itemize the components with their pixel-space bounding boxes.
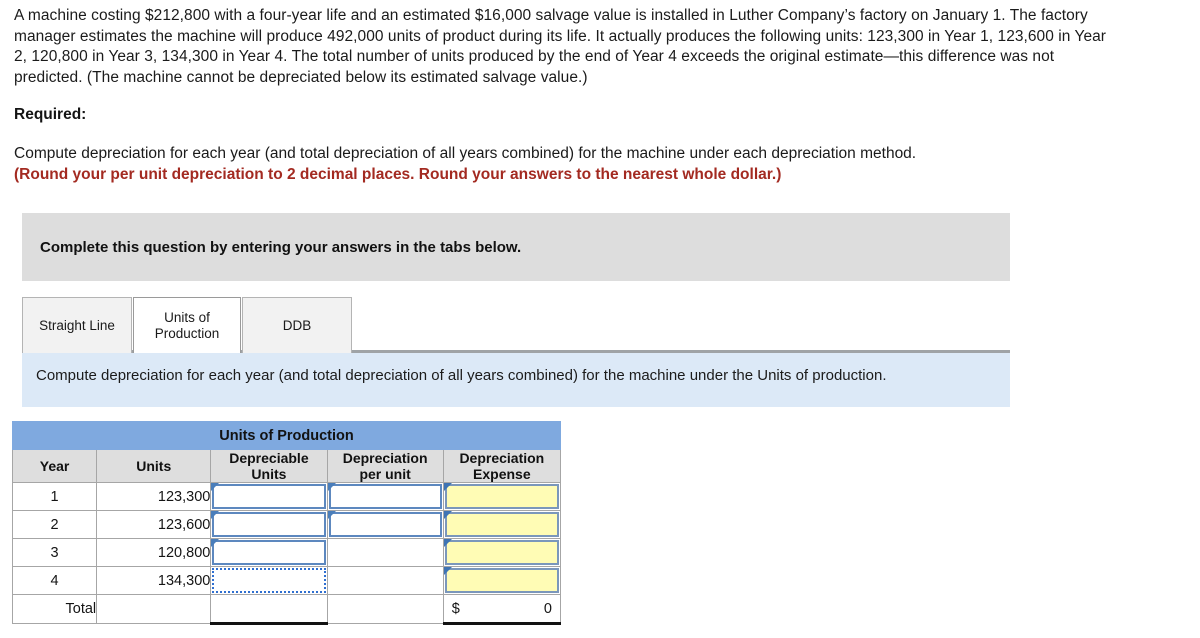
complete-question-text: Complete this question by entering your … [40, 238, 522, 256]
row-year-value: 3 [11, 538, 98, 567]
input-depreciation-expense-year3[interactable] [442, 538, 562, 567]
tab-straight-line[interactable]: Straight Line [22, 297, 132, 353]
complete-question-bar: Complete this question by entering your … [22, 213, 1010, 281]
column-header-depreciable-units-line2: Units [251, 466, 287, 482]
cell-corner-flag-icon [443, 511, 452, 519]
cell-depreciation-per-unit-year3[interactable] [326, 538, 444, 567]
required-instruction-text: Compute depreciation for each year (and … [14, 145, 917, 162]
table-row: 3 120,800 [11, 538, 562, 567]
table-header-row: Year Units Depreciable Units Depreciatio… [11, 449, 562, 483]
input-depreciable-units-year1-box[interactable] [212, 484, 326, 509]
cell-corner-flag-icon [443, 539, 452, 547]
required-instructions: Compute depreciation for each year (and … [0, 124, 1200, 185]
required-label: Required: [14, 106, 87, 123]
tab-ddb-label: DDB [282, 317, 312, 333]
input-depreciable-units-year3[interactable] [210, 538, 328, 567]
cell-corner-flag-icon [443, 483, 452, 491]
input-depreciation-expense-year2[interactable] [442, 510, 562, 539]
column-header-units: Units [96, 449, 212, 483]
row-year-value: 1 [11, 482, 98, 511]
row-units-value: 123,600 [96, 510, 212, 539]
column-header-depreciation-expense-line1: Depreciation [459, 450, 545, 466]
cell-corner-flag-icon [443, 567, 452, 575]
row-units-value: 134,300 [96, 566, 212, 595]
input-depreciable-units-year4-box[interactable] [212, 568, 326, 593]
total-depreciation-per-unit-cell [326, 594, 444, 624]
problem-statement: A machine costing $212,800 with a four-y… [14, 7, 1107, 86]
input-depreciation-expense-year1-box[interactable] [444, 484, 559, 509]
table-row: 2 123,600 [11, 510, 562, 539]
input-depreciation-expense-year4[interactable] [442, 566, 562, 595]
input-depreciable-units-year2[interactable] [210, 510, 328, 539]
column-header-depreciation-expense-line2: Expense [473, 466, 531, 482]
input-depreciable-units-year2-box[interactable] [212, 512, 326, 537]
tab-instruction-text: Compute depreciation for each year (and … [36, 367, 887, 384]
column-header-depreciation-per-unit-line1: Depreciation [342, 450, 428, 466]
table-total-row: Total $ 0 [11, 594, 562, 625]
tab-instruction-box: Compute depreciation for each year (and … [22, 353, 1010, 407]
units-of-production-table: Units of Production Year Units Depreciab… [11, 421, 562, 625]
total-units-cell [96, 594, 212, 624]
rounding-note: (Round your per unit depreciation to 2 d… [14, 165, 782, 183]
cell-corner-flag-icon [327, 511, 336, 519]
cell-corner-flag-icon [327, 483, 336, 491]
input-depreciation-per-unit-year1[interactable] [326, 482, 444, 511]
tab-ddb[interactable]: DDB [242, 297, 352, 353]
total-depreciable-units-cell [210, 594, 328, 625]
tab-units-of-production-label: Units of Production [154, 309, 220, 341]
input-depreciable-units-year4[interactable] [210, 566, 328, 595]
column-header-year: Year [11, 449, 98, 483]
tab-units-of-production[interactable]: Units of Production [133, 297, 241, 353]
input-depreciation-per-unit-year1-box[interactable] [328, 484, 442, 509]
cell-depreciation-per-unit-year4[interactable] [326, 566, 444, 595]
question-page: A machine costing $212,800 with a four-y… [0, 0, 1200, 638]
column-header-depreciation-per-unit-line2: per unit [359, 466, 411, 482]
method-tabs: Straight Line Units of Production DDB [22, 292, 1010, 353]
total-depreciation-expense-inner: $ 0 [446, 596, 558, 621]
table-title-row: Units of Production [12, 421, 561, 450]
column-header-depreciable-units: Depreciable Units [210, 449, 328, 483]
input-depreciable-units-year1[interactable] [210, 482, 328, 511]
row-units-value: 123,300 [96, 482, 212, 511]
table-row: 4 134,300 [11, 566, 562, 595]
input-depreciable-units-year3-box[interactable] [212, 540, 326, 565]
input-depreciation-expense-year1[interactable] [442, 482, 562, 511]
currency-symbol: $ [451, 600, 460, 617]
cell-corner-flag-icon [211, 483, 220, 491]
input-depreciation-per-unit-year2[interactable] [326, 510, 444, 539]
row-year-value: 4 [11, 566, 98, 595]
column-header-depreciation-expense: Depreciation Expense [442, 449, 562, 483]
input-depreciation-expense-year2-box[interactable] [444, 512, 559, 537]
row-units-value: 120,800 [96, 538, 212, 567]
input-depreciation-expense-year3-box[interactable] [444, 540, 559, 565]
input-depreciation-per-unit-year2-box[interactable] [328, 512, 442, 537]
total-depreciation-expense-cell: $ 0 [442, 594, 562, 625]
table-row: 1 123,300 [11, 482, 562, 511]
tab-straight-line-label: Straight Line [39, 317, 115, 333]
cell-corner-flag-icon [211, 539, 220, 547]
column-header-depreciation-per-unit: Depreciation per unit [326, 449, 444, 483]
column-header-depreciable-units-line1: Depreciable [229, 450, 309, 466]
row-year-value: 2 [11, 510, 98, 539]
cell-corner-flag-icon [211, 511, 220, 519]
total-label: Total [11, 594, 98, 624]
answer-table-wrap: Units of Production Year Units Depreciab… [11, 421, 562, 625]
table-title: Units of Production [12, 421, 561, 450]
input-depreciation-expense-year4-box[interactable] [444, 568, 559, 593]
total-depreciation-expense-value: 0 [543, 600, 552, 617]
